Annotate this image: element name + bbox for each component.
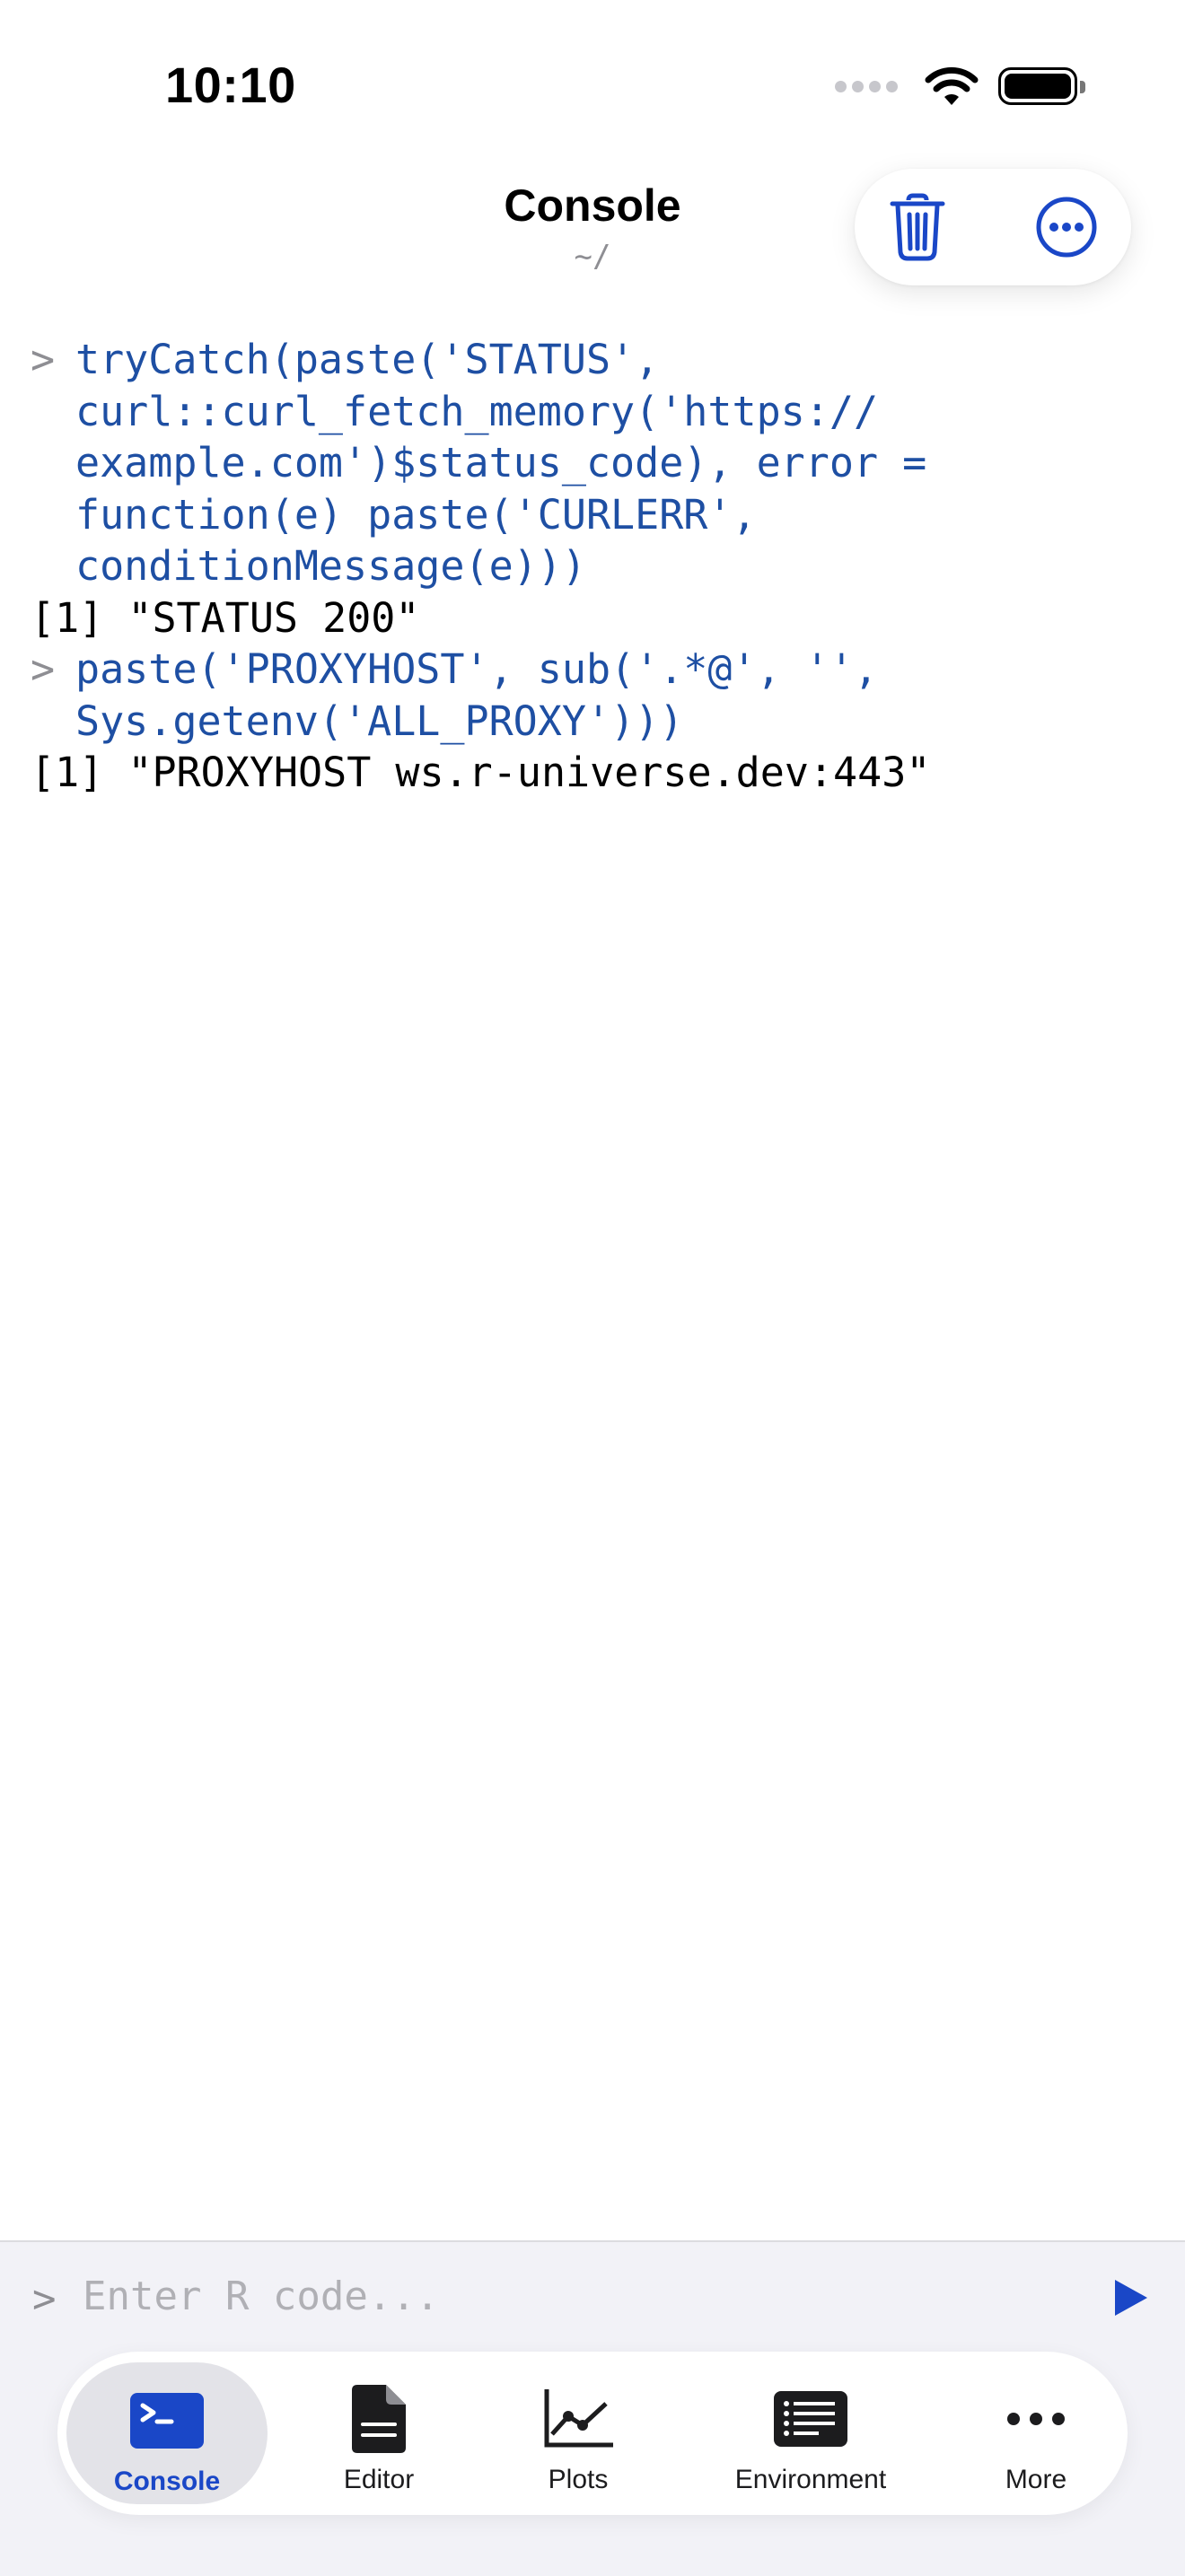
console-input-line: > tryCatch(paste('STATUS', curl::curl_fe… bbox=[31, 334, 1158, 592]
terminal-icon bbox=[130, 2393, 204, 2449]
console-command: paste('PROXYHOST', sub('.*@', '', Sys.ge… bbox=[75, 645, 879, 745]
ellipsis-icon bbox=[1007, 2413, 1065, 2425]
code-input-row: > bbox=[0, 2242, 1185, 2350]
tab-plots[interactable]: Plots bbox=[524, 2352, 632, 2515]
tab-label: Plots bbox=[548, 2465, 609, 2494]
tab-label: Console bbox=[113, 2466, 221, 2496]
tab-label: Editor bbox=[343, 2465, 415, 2494]
cellular-signal-icon bbox=[835, 80, 898, 92]
ellipsis-circle-icon bbox=[1036, 197, 1097, 258]
status-time: 10:10 bbox=[165, 57, 296, 113]
console-command: tryCatch(paste('STATUS', curl::curl_fetc… bbox=[75, 336, 927, 590]
more-options-button[interactable] bbox=[1031, 191, 1102, 263]
tab-bar: Console Editor Plots Environment More bbox=[57, 2352, 1128, 2515]
code-input[interactable] bbox=[81, 2262, 1054, 2330]
clear-console-button[interactable] bbox=[882, 191, 953, 263]
run-button[interactable] bbox=[1108, 2276, 1151, 2319]
play-icon bbox=[1115, 2280, 1147, 2316]
tab-console[interactable]: Console bbox=[66, 2362, 268, 2504]
console-result: [1] "STATUS 200" bbox=[31, 593, 420, 642]
wifi-icon bbox=[925, 66, 979, 105]
list-icon bbox=[774, 2391, 847, 2447]
console-result: [1] "PROXYHOST ws.r-universe.dev:443" bbox=[31, 749, 931, 796]
console-prompt: > bbox=[31, 645, 56, 693]
toolbar bbox=[855, 169, 1131, 285]
tab-editor[interactable]: Editor bbox=[327, 2352, 431, 2515]
tab-environment[interactable]: Environment bbox=[698, 2352, 923, 2515]
trash-icon bbox=[890, 193, 945, 261]
status-indicators bbox=[835, 63, 1085, 110]
tab-label: More bbox=[1005, 2465, 1067, 2494]
console-output: > tryCatch(paste('STATUS', curl::curl_fe… bbox=[31, 334, 1158, 799]
line-chart-icon bbox=[544, 2389, 613, 2448]
console-prompt: > bbox=[31, 336, 56, 383]
tab-label: Environment bbox=[734, 2465, 887, 2494]
input-prompt: > bbox=[32, 2276, 57, 2322]
battery-icon bbox=[998, 67, 1085, 105]
tab-more[interactable]: More bbox=[991, 2352, 1081, 2515]
document-icon bbox=[352, 2385, 406, 2453]
console-input-line: > paste('PROXYHOST', sub('.*@', '', Sys.… bbox=[31, 644, 1158, 747]
